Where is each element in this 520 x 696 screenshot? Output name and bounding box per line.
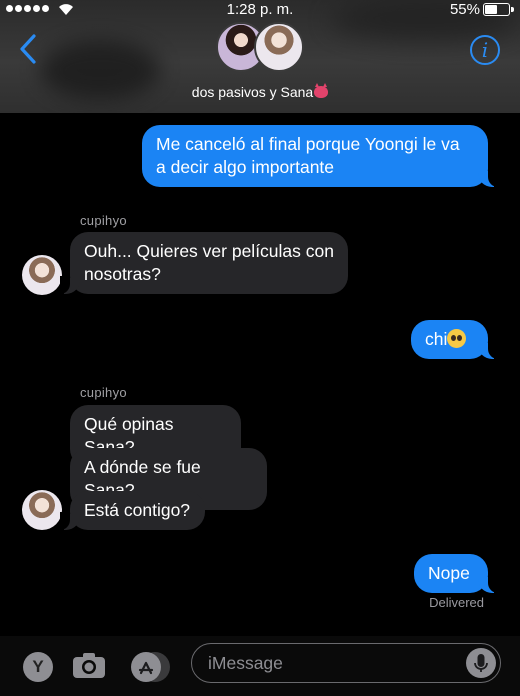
message-input[interactable]: iMessage: [191, 643, 501, 683]
incoming-message[interactable]: Ouh... Quieres ver películas con nosotra…: [60, 232, 348, 294]
back-chevron-icon[interactable]: [14, 32, 42, 66]
devil-emoji-icon: [314, 83, 329, 98]
outgoing-message[interactable]: Nope: [414, 554, 498, 593]
info-icon[interactable]: i: [470, 35, 500, 65]
avatar[interactable]: [22, 255, 62, 295]
battery-icon: [483, 3, 514, 16]
group-name[interactable]: dos pasivos y Sana: [0, 83, 520, 100]
camera-icon[interactable]: [72, 651, 106, 679]
incoming-message[interactable]: Está contigo?: [60, 491, 205, 530]
y-app-icon[interactable]: Y: [23, 652, 53, 682]
conversation-header: 1:28 p. m. 55% dos pasivos y Sana i: [0, 0, 520, 113]
app-store-icon[interactable]: [131, 652, 161, 682]
sender-name: cupihyo: [80, 385, 127, 400]
outgoing-message[interactable]: chi: [411, 320, 498, 359]
outgoing-message[interactable]: Me canceló al final porque Yoongi le va …: [142, 125, 498, 187]
group-avatars[interactable]: [216, 22, 306, 74]
status-bar: 1:28 p. m. 55%: [0, 0, 520, 20]
sender-name: cupihyo: [80, 213, 127, 228]
battery-percentage: 55%: [449, 1, 480, 18]
pleading-face-emoji-icon: [447, 329, 467, 348]
status-time: 1:28 p. m.: [226, 1, 294, 18]
avatar: [254, 22, 304, 72]
avatar[interactable]: [22, 490, 62, 530]
delivery-status: Delivered: [429, 595, 484, 610]
microphone-icon[interactable]: [466, 648, 496, 678]
